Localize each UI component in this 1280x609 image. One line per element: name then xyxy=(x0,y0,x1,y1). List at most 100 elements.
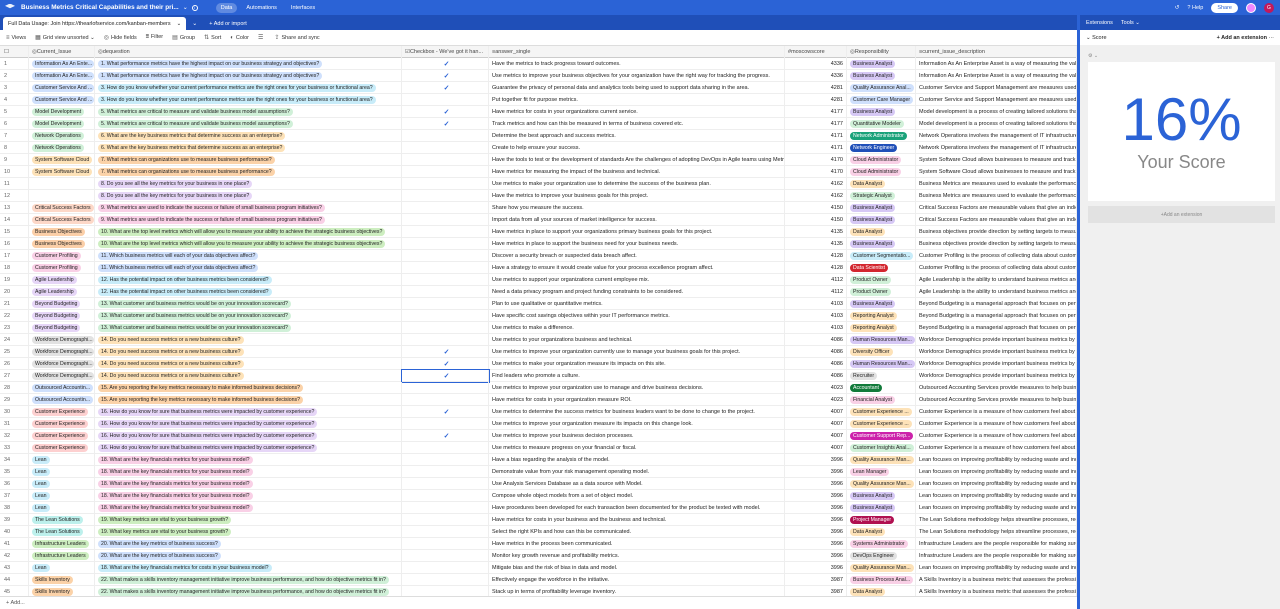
cell-dequestion[interactable]: 10. What are the top level metrics which… xyxy=(95,225,402,238)
cell-moscowscore[interactable]: 4103 xyxy=(785,321,847,334)
cell-current-issue[interactable]: Workforce Demographi... xyxy=(29,369,95,382)
settings-icon[interactable]: ⚙ ⌄ xyxy=(1088,53,1098,59)
add-extension-placeholder[interactable]: + Add an extension xyxy=(1088,206,1275,223)
history-icon[interactable]: ↺ xyxy=(1175,5,1180,11)
cell-moscowscore[interactable]: 4281 xyxy=(785,93,847,106)
table-row[interactable]: 6 Model Development 5. What metrics are cr… xyxy=(0,117,1077,130)
cell-answer-single[interactable]: Use Analysis Services Database as a data… xyxy=(489,477,785,490)
cell-dequestion[interactable]: 13. What customer and business metrics w… xyxy=(95,321,402,334)
cell-current-issue[interactable]: Lean xyxy=(29,561,95,574)
cell-checkbox[interactable] xyxy=(402,381,489,394)
more-icon[interactable]: ··· xyxy=(1267,35,1274,41)
cell-checkbox[interactable] xyxy=(402,537,489,550)
cell-moscowscore[interactable]: 3996 xyxy=(785,513,847,526)
chevron-down-icon[interactable]: ⌄ xyxy=(183,4,188,11)
cell-answer-single[interactable]: Have the tools to test or the developmen… xyxy=(489,153,785,166)
cell-dequestion[interactable]: 15. Are you reporting the key metrics ne… xyxy=(95,381,402,394)
cell-dequestion[interactable]: 15. Are you reporting the key metrics ne… xyxy=(95,393,402,406)
cell-responsibility[interactable]: Customer Experience ... xyxy=(847,405,916,418)
table-row[interactable]: 28 Outsourced Accountin... 15. Are you rep… xyxy=(0,381,1077,394)
row-number[interactable]: 24 xyxy=(0,333,29,346)
cell-current-issue[interactable]: Beyond Budgeting xyxy=(29,297,95,310)
cell-moscowscore[interactable]: 3996 xyxy=(785,525,847,538)
cell-answer-single[interactable]: Effectively engage the workforce in the … xyxy=(489,573,785,586)
cell-description[interactable]: Workforce Demographics provide important… xyxy=(916,345,1077,358)
cell-dequestion[interactable]: 18. What are the key financials metrics … xyxy=(95,465,402,478)
row-number[interactable]: 36 xyxy=(0,477,29,490)
cell-dequestion[interactable]: 8. Do you see all the key metrics for yo… xyxy=(95,189,402,202)
cell-answer-single[interactable]: Use metrics to improve your business obj… xyxy=(489,69,785,82)
cell-moscowscore[interactable]: 4171 xyxy=(785,141,847,154)
table-row[interactable]: 34 Lean 18. What are the key financials me… xyxy=(0,453,1077,466)
cell-current-issue[interactable]: Customer Experience xyxy=(29,417,95,430)
cell-responsibility[interactable]: Strategic Analyst xyxy=(847,189,916,202)
row-number[interactable]: 18 xyxy=(0,261,29,274)
cell-responsibility[interactable]: Data Analyst xyxy=(847,177,916,190)
column-header-responsibility[interactable]: ◎ Responsibility xyxy=(847,46,916,58)
cell-responsibility[interactable]: Data Analyst xyxy=(847,225,916,238)
cell-description[interactable]: Infrastructure Leaders are the people re… xyxy=(916,549,1077,562)
cell-moscowscore[interactable]: 4281 xyxy=(785,81,847,94)
cell-description[interactable]: Customer Experience is a measure of how … xyxy=(916,405,1077,418)
row-number[interactable]: 25 xyxy=(0,345,29,358)
cell-responsibility[interactable]: Customer Experience ... xyxy=(847,417,916,430)
table-row[interactable]: 16 Business Objectives 10. What are the to… xyxy=(0,237,1077,250)
cell-responsibility[interactable]: Financial Analyst xyxy=(847,393,916,406)
cell-description[interactable]: Lean focuses on improving profitability … xyxy=(916,465,1077,478)
cell-description[interactable]: Agile Leadership is the ability to under… xyxy=(916,285,1077,298)
row-number[interactable]: 44 xyxy=(0,573,29,586)
row-number[interactable]: 26 xyxy=(0,357,29,370)
cell-checkbox[interactable]: ✓ xyxy=(402,105,489,118)
cell-answer-single[interactable]: Have the metrics to improve your busines… xyxy=(489,189,785,202)
cell-answer-single[interactable]: Mitigate bias and the risk of bias in da… xyxy=(489,561,785,574)
add-record-button[interactable]: + Add... xyxy=(6,600,25,606)
cell-responsibility[interactable]: Business Analyst xyxy=(847,69,916,82)
cell-answer-single[interactable]: Track metrics and how can this be measur… xyxy=(489,117,785,130)
cell-moscowscore[interactable]: 3996 xyxy=(785,501,847,514)
cell-moscowscore[interactable]: 4170 xyxy=(785,165,847,178)
cell-checkbox[interactable] xyxy=(402,441,489,454)
cell-checkbox[interactable] xyxy=(402,213,489,226)
cell-responsibility[interactable]: Business Analyst xyxy=(847,105,916,118)
cell-dequestion[interactable]: 9. What metrics are used to indicate the… xyxy=(95,213,402,226)
table-row[interactable]: 11 8. Do you see all the key metrics for … xyxy=(0,177,1077,190)
nav-automations[interactable]: Automations xyxy=(241,3,282,13)
cell-answer-single[interactable]: Import data from all your sources of mar… xyxy=(489,213,785,226)
cell-responsibility[interactable]: Business Process Anal... xyxy=(847,573,916,586)
cell-current-issue[interactable]: Lean xyxy=(29,465,95,478)
cell-current-issue[interactable]: Information As An Ente... xyxy=(29,57,95,70)
table-row[interactable]: 21 Beyond Budgeting 13. What customer and … xyxy=(0,297,1077,310)
cell-current-issue[interactable]: Model Development xyxy=(29,105,95,118)
cell-description[interactable]: Customer Experience is a measure of how … xyxy=(916,441,1077,454)
table-row[interactable]: 9 System Software Cloud 7. What metrics ca… xyxy=(0,153,1077,166)
cell-answer-single[interactable]: Have metrics in place to support the bus… xyxy=(489,237,785,250)
cell-checkbox[interactable] xyxy=(402,573,489,586)
tab-full-data-usage[interactable]: Full Data Usage: Join https://thearlofse… xyxy=(3,17,187,30)
cell-dequestion[interactable]: 18. What are the key financials metrics … xyxy=(95,561,402,574)
cell-moscowscore[interactable]: 4023 xyxy=(785,381,847,394)
cell-current-issue[interactable]: Customer Experience xyxy=(29,429,95,442)
cell-checkbox[interactable]: ✓ xyxy=(402,57,489,70)
cell-checkbox[interactable]: ✓ xyxy=(402,429,489,442)
table-row[interactable]: 31 Customer Experience 16. How do you know… xyxy=(0,417,1077,430)
cell-current-issue[interactable]: Business Objectives xyxy=(29,225,95,238)
table-row[interactable]: 37 Lean 18. What are the key financials me… xyxy=(0,489,1077,502)
table-row[interactable]: 29 Outsourced Accountin... 15. Are you rep… xyxy=(0,393,1077,406)
cell-description[interactable]: Information As An Enterprise Asset is a … xyxy=(916,69,1077,82)
cell-responsibility[interactable]: Lean Manager xyxy=(847,465,916,478)
cell-moscowscore[interactable]: 3987 xyxy=(785,573,847,586)
cell-current-issue[interactable]: Workforce Demographi... xyxy=(29,357,95,370)
cell-answer-single[interactable]: Use metrics to improve your business dec… xyxy=(489,429,785,442)
table-row[interactable]: 15 Business Objectives 10. What are the to… xyxy=(0,225,1077,238)
cell-checkbox[interactable] xyxy=(402,489,489,502)
cell-checkbox[interactable] xyxy=(402,513,489,526)
cell-description[interactable]: Business objectives provide direction by… xyxy=(916,237,1077,250)
cell-description[interactable]: Beyond Budgeting is a managerial approac… xyxy=(916,309,1077,322)
cell-dequestion[interactable]: 18. What are the key financials metrics … xyxy=(95,489,402,502)
cell-description[interactable]: A Skills Inventory is a business metric … xyxy=(916,573,1077,586)
table-row[interactable]: 5 Model Development 5. What metrics are cr… xyxy=(0,105,1077,118)
cell-checkbox[interactable] xyxy=(402,177,489,190)
notification-avatar[interactable] xyxy=(1246,2,1256,13)
cell-current-issue[interactable]: Lean xyxy=(29,489,95,502)
row-number[interactable]: 41 xyxy=(0,537,29,550)
